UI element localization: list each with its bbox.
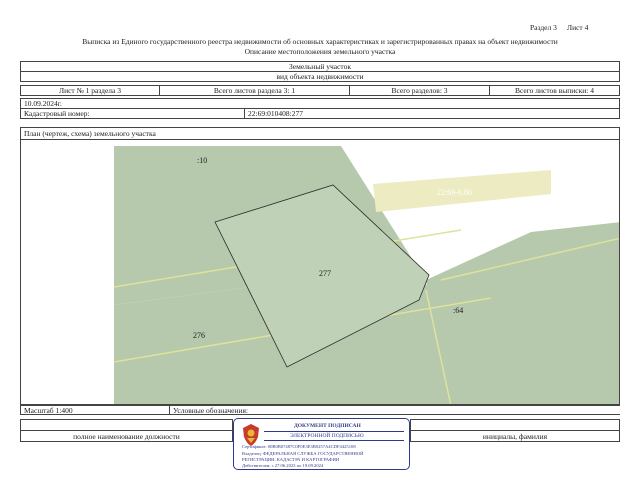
e-signature-stamp: ДОКУМЕНТ ПОДПИСАН ЭЛЕКТРОННОЙ ПОДПИСЬЮ С… xyxy=(233,418,410,470)
label-277: 277 xyxy=(319,269,331,278)
extract-sheets-cell: Всего листов выписки: 4 xyxy=(489,85,620,96)
position-caption: полное наименование должности xyxy=(20,430,233,442)
cadastral-label: Кадастровый номер: xyxy=(20,108,245,119)
section-sheets-cell: Всего листов раздела 3: 1 xyxy=(159,85,350,96)
cadastral-number: 22:69:010408:277 xyxy=(244,108,620,119)
stamp-validity: Действителен: с 27.06.2023 по 19.09.2024 xyxy=(242,463,324,468)
document-subtitle: Описание местоположения земельного участ… xyxy=(244,47,396,56)
plan-drawing: :10 277 276 :64 22:69-6.80 xyxy=(20,139,620,405)
label-road: 22:69-6.80 xyxy=(437,188,472,197)
section-number: Раздел 3 xyxy=(530,23,557,32)
label-10: :10 xyxy=(197,156,207,165)
stamp-certificate: Сертификат: 00B0B07487C0F0E3E3B0257A4CDF… xyxy=(242,444,356,449)
sheet-no-cell: Лист № 1 раздела 3 xyxy=(20,85,160,96)
stamp-owner-1: Владелец: ФЕДЕРАЛЬНАЯ СЛУЖБА ГОСУДАРСТВЕ… xyxy=(242,451,364,456)
label-64: :64 xyxy=(453,306,463,315)
total-sections-cell: Всего разделов: 3 xyxy=(349,85,490,96)
plan-map: :10 277 276 :64 22:69-6.80 xyxy=(21,140,619,404)
stamp-owner-2: РЕГИСТРАЦИИ, КАДАСТРА И КАРТОГРАФИИ xyxy=(242,457,340,462)
sheet-number: Лист 4 xyxy=(567,23,589,32)
document-title: Выписка из Единого государственного реес… xyxy=(82,37,558,46)
stamp-title: ДОКУМЕНТ ПОДПИСАН xyxy=(294,423,361,429)
label-276: 276 xyxy=(193,331,205,340)
name-caption: инициалы, фамилия xyxy=(410,430,620,442)
stamp-subtitle: ЭЛЕКТРОННОЙ ПОДПИСЬЮ xyxy=(290,433,364,439)
legend-cell: Условные обозначения: xyxy=(169,405,620,415)
object-type-caption: вид объекта недвижимости xyxy=(20,71,620,82)
scale-cell: Масштаб 1:400 xyxy=(20,405,170,415)
